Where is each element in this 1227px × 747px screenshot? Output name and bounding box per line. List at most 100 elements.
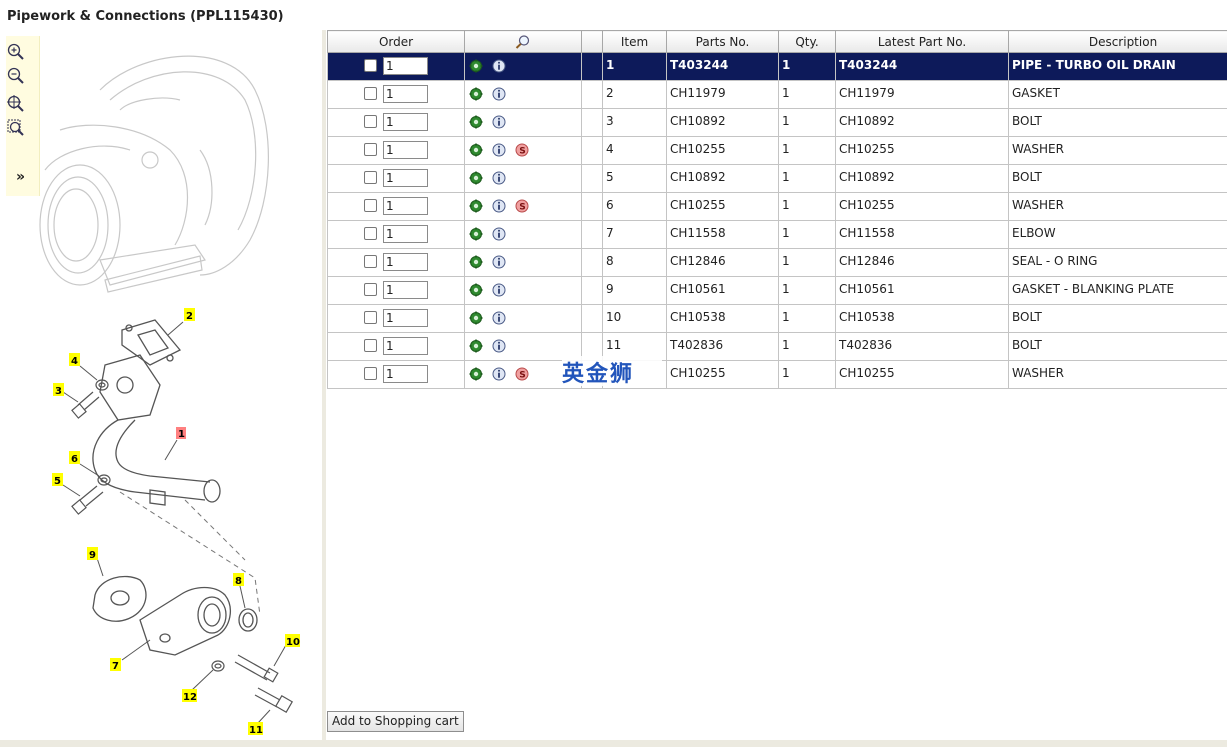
info-icon[interactable] <box>492 59 506 73</box>
info-icon[interactable] <box>492 367 506 381</box>
expand-panel-button[interactable]: » <box>16 169 25 185</box>
col-header-latest-part-no[interactable]: Latest Part No. <box>835 30 1009 53</box>
blank-cell <box>581 220 603 249</box>
table-row[interactable]: 1 S 8 CH12846 1 CH12846 SEAL - O RING <box>327 248 1227 277</box>
description-cell: WASHER <box>1008 136 1227 165</box>
order-checkbox[interactable] <box>364 254 377 268</box>
info-icon[interactable] <box>492 283 506 297</box>
zoom-in-icon[interactable] <box>6 42 26 62</box>
part-number-cell: CH12846 <box>666 248 779 277</box>
gear-icon[interactable] <box>469 255 483 269</box>
order-cell: 1 <box>327 220 465 249</box>
qty-cell: 1 <box>778 108 836 137</box>
gear-icon[interactable] <box>469 227 483 241</box>
order-quantity-input[interactable]: 1 <box>383 197 428 215</box>
part-number-cell: CH10255 <box>666 192 779 221</box>
info-icon[interactable] <box>492 87 506 101</box>
substitute-icon[interactable]: S <box>515 367 529 381</box>
substitute-icon[interactable]: S <box>515 143 529 157</box>
exploded-parts-diagram[interactable]: 2 4 3 1 6 5 9 8 10 7 12 11 <box>0 30 322 740</box>
zoom-area-icon[interactable] <box>6 118 26 138</box>
gear-icon[interactable] <box>469 59 483 73</box>
table-row[interactable]: 1 S 2 CH11979 1 CH11979 GASKET <box>327 80 1227 109</box>
zoom-out-icon[interactable] <box>6 66 26 86</box>
info-icon[interactable] <box>492 311 506 325</box>
info-icon[interactable] <box>492 339 506 353</box>
gear-icon[interactable] <box>469 283 483 297</box>
table-row[interactable]: 1 S 5 CH10892 1 CH10892 BOLT <box>327 164 1227 193</box>
order-quantity-input[interactable]: 1 <box>383 85 428 103</box>
gear-icon[interactable] <box>469 311 483 325</box>
order-quantity-input[interactable]: 1 <box>383 113 428 131</box>
info-icon[interactable] <box>492 227 506 241</box>
gear-icon[interactable] <box>469 339 483 353</box>
gear-icon[interactable] <box>469 199 483 213</box>
blank-cell <box>581 108 603 137</box>
qty-cell: 1 <box>778 304 836 333</box>
order-checkbox[interactable] <box>364 198 377 212</box>
order-quantity-input[interactable]: 1 <box>383 281 428 299</box>
order-quantity-input[interactable]: 1 <box>383 309 428 327</box>
latest-part-number-cell: CH10892 <box>835 108 1009 137</box>
order-quantity-input[interactable]: 1 <box>383 141 428 159</box>
order-cell: 1 <box>327 164 465 193</box>
order-checkbox[interactable] <box>364 310 377 324</box>
table-row[interactable]: 1 S 10 CH10538 1 CH10538 BOLT <box>327 304 1227 333</box>
order-checkbox[interactable] <box>364 366 377 380</box>
zoom-fit-icon[interactable] <box>6 94 26 114</box>
order-quantity-input[interactable]: 1 <box>383 57 428 75</box>
order-checkbox[interactable] <box>364 282 377 296</box>
parts-diagram-panel[interactable]: 2 4 3 1 6 5 9 8 10 7 12 11 » <box>0 30 322 740</box>
col-header-item[interactable]: Item <box>602 30 667 53</box>
order-quantity-input[interactable]: 1 <box>383 337 428 355</box>
actions-cell: S <box>464 248 582 277</box>
table-row[interactable]: 1 S 3 CH10892 1 CH10892 BOLT <box>327 108 1227 137</box>
info-icon[interactable] <box>492 171 506 185</box>
info-icon[interactable] <box>492 255 506 269</box>
parts-list-grid: Order Item Parts No. Qty. Latest Part No… <box>327 30 1227 710</box>
add-to-cart-button[interactable]: Add to Shopping cart <box>327 711 464 732</box>
gear-icon[interactable] <box>469 367 483 381</box>
table-row[interactable]: 1 S 6 CH10255 1 CH10255 WASHER <box>327 192 1227 221</box>
table-row[interactable]: 1 S 7 CH11558 1 CH11558 ELBOW <box>327 220 1227 249</box>
info-icon[interactable] <box>492 115 506 129</box>
panel-splitter[interactable] <box>322 30 326 740</box>
order-quantity-input[interactable]: 1 <box>383 225 428 243</box>
col-header-order[interactable]: Order <box>327 30 465 53</box>
info-icon[interactable] <box>492 143 506 157</box>
order-checkbox[interactable] <box>364 226 377 240</box>
col-header-search[interactable] <box>464 30 582 53</box>
elbow-drawing <box>92 575 258 656</box>
table-row[interactable]: 1 S 1 T403244 1 T403244 PIPE - TURBO OIL… <box>327 52 1227 81</box>
gear-icon[interactable] <box>469 87 483 101</box>
order-checkbox[interactable] <box>364 58 377 72</box>
order-checkbox[interactable] <box>364 86 377 100</box>
actions-cell: S <box>464 276 582 305</box>
order-quantity-input[interactable]: 1 <box>383 253 428 271</box>
blank-cell <box>581 304 603 333</box>
order-checkbox[interactable] <box>364 142 377 156</box>
order-quantity-input[interactable]: 1 <box>383 169 428 187</box>
info-icon[interactable] <box>492 199 506 213</box>
col-header-qty[interactable]: Qty. <box>778 30 836 53</box>
table-header-row: Order Item Parts No. Qty. Latest Part No… <box>327 30 1227 53</box>
gear-icon[interactable] <box>469 171 483 185</box>
order-checkbox[interactable] <box>364 338 377 352</box>
order-checkbox[interactable] <box>364 114 377 128</box>
col-header-description[interactable]: Description <box>1008 30 1227 53</box>
substitute-icon[interactable]: S <box>515 199 529 213</box>
magnifier-icon[interactable] <box>515 34 531 50</box>
gear-icon[interactable] <box>469 115 483 129</box>
order-cell: 1 <box>327 136 465 165</box>
pipe-drawing <box>92 354 221 506</box>
order-checkbox[interactable] <box>364 170 377 184</box>
gear-icon[interactable] <box>469 143 483 157</box>
table-row[interactable]: 1 S CH10255 1 CH10255 WASHER <box>327 360 1227 389</box>
description-cell: BOLT <box>1008 332 1227 361</box>
actions-cell: S <box>464 304 582 333</box>
col-header-parts-no[interactable]: Parts No. <box>666 30 779 53</box>
order-quantity-input[interactable]: 1 <box>383 365 428 383</box>
table-row[interactable]: 1 S 4 CH10255 1 CH10255 WASHER <box>327 136 1227 165</box>
table-row[interactable]: 1 S 11 T402836 1 T402836 BOLT <box>327 332 1227 361</box>
table-row[interactable]: 1 S 9 CH10561 1 CH10561 GASKET - BLANKIN… <box>327 276 1227 305</box>
